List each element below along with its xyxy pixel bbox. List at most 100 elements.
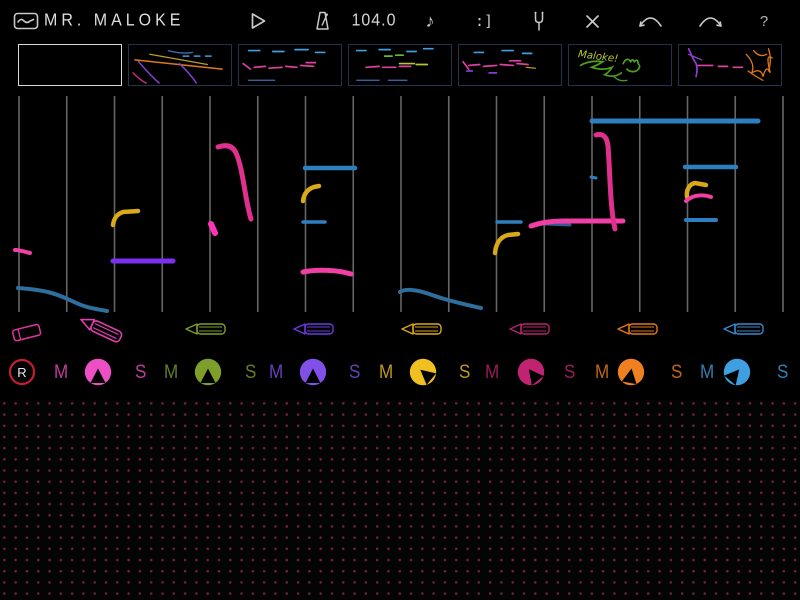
main-canvas[interactable] xyxy=(0,90,800,318)
pencil-icon xyxy=(399,320,445,338)
mute-button-1[interactable]: M xyxy=(54,361,68,384)
knob-icon xyxy=(409,358,437,386)
pencil-tool-3[interactable] xyxy=(291,320,337,343)
record-label: R xyxy=(17,365,26,380)
canvas-stroke xyxy=(591,177,596,178)
canvas-stroke xyxy=(113,211,138,225)
thumbnail-page-3[interactable] xyxy=(238,44,342,86)
thumbnail-preview xyxy=(459,45,560,84)
canvas-stroke xyxy=(686,195,711,201)
solo-button-2[interactable]: S xyxy=(245,361,256,384)
mute-button-3[interactable]: M xyxy=(269,361,283,384)
mute-button-7[interactable]: M xyxy=(700,361,714,384)
pencil-tool-1[interactable] xyxy=(71,309,129,354)
thumbnail-strip: Maloke! xyxy=(0,44,800,90)
canvas-stroke xyxy=(15,250,30,253)
canvas-stroke xyxy=(495,234,518,253)
record-button[interactable]: R xyxy=(8,358,36,386)
volume-knob-3[interactable] xyxy=(299,358,327,386)
channel-strip: R MSMSMSMSMSMSMS xyxy=(0,350,800,396)
play-icon xyxy=(249,11,267,31)
solo-button-1[interactable]: S xyxy=(135,361,146,384)
touch-pad[interactable] xyxy=(0,400,800,600)
thumbnail-preview xyxy=(129,45,230,84)
toolbar: MR. MALOKE 104.0 ♪ :] xyxy=(0,0,800,42)
play-button[interactable] xyxy=(244,0,272,42)
record-icon: R xyxy=(8,358,36,386)
canvas-stroke xyxy=(211,224,215,233)
tempo-display[interactable]: 104.0 xyxy=(350,0,398,44)
app-title: MR. MALOKE xyxy=(44,0,184,45)
knob-icon xyxy=(194,358,222,386)
note-button[interactable]: ♪ xyxy=(418,0,442,42)
logo-button[interactable] xyxy=(10,0,42,42)
knob-icon xyxy=(84,358,112,386)
tool-strip xyxy=(0,316,800,348)
redo-icon xyxy=(697,13,724,30)
canvas-surface[interactable] xyxy=(0,90,800,318)
metronome-icon xyxy=(314,10,331,32)
volume-knob-2[interactable] xyxy=(194,358,222,386)
metronome-button[interactable] xyxy=(308,0,336,42)
mute-button-6[interactable]: M xyxy=(595,361,609,384)
thumbnail-preview: Maloke! xyxy=(569,45,670,84)
thumbnail-label: Maloke! xyxy=(577,49,618,65)
pencil-icon xyxy=(615,320,661,338)
thumbnail-page-5[interactable] xyxy=(458,44,562,86)
thumbnail-preview xyxy=(349,45,450,84)
knob-icon xyxy=(517,358,545,386)
eraser-icon xyxy=(8,320,46,344)
thumbnail-page-1[interactable] xyxy=(18,44,122,86)
close-button[interactable] xyxy=(580,0,604,42)
thumbnail-preview xyxy=(679,45,780,84)
thumbnail-preview xyxy=(239,45,340,84)
undo-button[interactable] xyxy=(634,0,666,42)
pencil-icon xyxy=(291,320,337,338)
pencil-tool-5[interactable] xyxy=(507,320,553,343)
volume-knob-7[interactable] xyxy=(723,358,751,386)
redo-button[interactable] xyxy=(694,0,726,42)
canvas-stroke xyxy=(303,270,351,274)
volume-knob-4[interactable] xyxy=(409,358,437,386)
canvas-stroke xyxy=(218,146,251,219)
knob-icon xyxy=(617,358,645,386)
volume-knob-1[interactable] xyxy=(84,358,112,386)
note-icon: ♪ xyxy=(426,11,435,32)
thumbnail-preview xyxy=(19,45,120,84)
solo-button-6[interactable]: S xyxy=(671,361,682,384)
eraser-tool[interactable] xyxy=(8,320,46,349)
pencil-tool-6[interactable] xyxy=(615,320,661,343)
solo-button-5[interactable]: S xyxy=(564,361,575,384)
canvas-stroke xyxy=(18,288,107,311)
knob-icon xyxy=(723,358,751,386)
volume-knob-5[interactable] xyxy=(517,358,545,386)
knob-icon xyxy=(299,358,327,386)
pencil-tool-2[interactable] xyxy=(183,320,229,343)
pencil-icon xyxy=(721,320,767,338)
tuning-fork-icon xyxy=(532,10,546,32)
undo-icon xyxy=(637,13,664,30)
thumbnail-page-4[interactable] xyxy=(348,44,452,86)
tuning-fork-button[interactable] xyxy=(528,0,550,42)
help-icon: ? xyxy=(760,13,768,30)
volume-knob-6[interactable] xyxy=(617,358,645,386)
canvas-stroke xyxy=(400,290,481,308)
mute-button-4[interactable]: M xyxy=(379,361,393,384)
canvas-stroke xyxy=(596,134,615,229)
thumbnail-page-2[interactable] xyxy=(128,44,232,86)
mute-button-5[interactable]: M xyxy=(485,361,499,384)
close-icon xyxy=(585,14,600,29)
logo-wave-icon xyxy=(13,11,39,31)
repeat-icon: :] xyxy=(475,12,493,30)
solo-button-3[interactable]: S xyxy=(349,361,360,384)
thumbnail-page-7[interactable] xyxy=(678,44,782,86)
solo-button-4[interactable]: S xyxy=(459,361,470,384)
mute-button-2[interactable]: M xyxy=(164,361,178,384)
pencil-tool-4[interactable] xyxy=(399,320,445,343)
repeat-button[interactable]: :] xyxy=(472,0,496,42)
solo-button-7[interactable]: S xyxy=(777,361,788,384)
pencil-icon xyxy=(183,320,229,338)
thumbnail-page-6[interactable]: Maloke! xyxy=(568,44,672,86)
help-button[interactable]: ? xyxy=(754,0,774,42)
pencil-tool-7[interactable] xyxy=(721,320,767,343)
